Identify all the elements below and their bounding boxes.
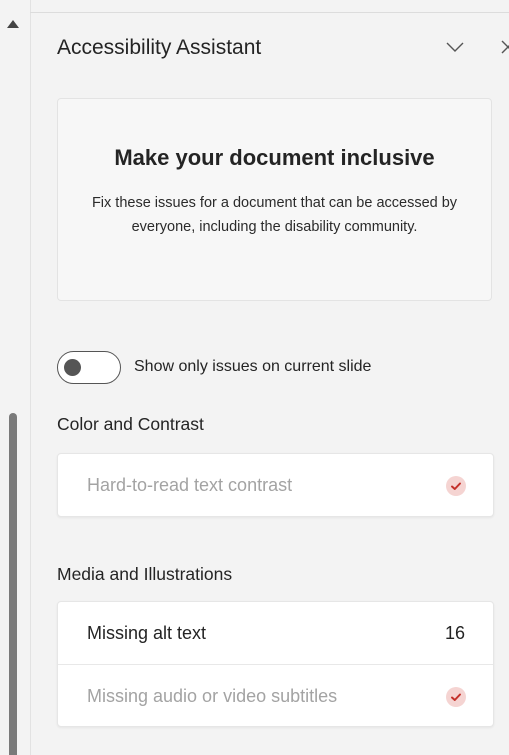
chevron-down-icon [446,42,464,52]
pane-divider [30,0,31,755]
scrollbar[interactable] [0,0,26,755]
issue-row-subtitles[interactable]: Missing audio or video subtitles [58,664,493,726]
issue-label: Missing alt text [87,623,207,643]
section-title-color-contrast: Color and Contrast [57,414,204,434]
issue-label: Missing audio or video subtitles [87,686,338,706]
issue-row-text-contrast[interactable]: Hard-to-read text contrast [58,454,493,516]
section-title-media: Media and Illustrations [57,564,233,584]
check-icon [446,476,466,496]
scrollbar-thumb[interactable] [9,413,17,755]
check-icon [446,687,466,707]
intro-card: Make your document inclusive Fix these i… [57,98,492,301]
close-icon [501,40,509,54]
current-slide-toggle-label: Show only issues on current slide [134,358,372,375]
issue-count: 16 [444,623,465,643]
current-slide-toggle[interactable] [57,351,121,384]
pane-title: Accessibility Assistant [57,36,262,59]
intro-heading: Make your document inclusive [114,145,435,170]
accessibility-pane: Accessibility Assistant Make your docume… [0,0,509,755]
media-card: Missing alt text 16 Missing audio or vid… [57,601,494,727]
scroll-up-icon[interactable] [7,20,19,28]
issue-label: Hard-to-read text contrast [87,475,293,495]
toggle-knob [64,359,81,376]
close-button[interactable] [496,34,509,60]
issue-row-alt-text[interactable]: Missing alt text 16 [58,602,493,664]
collapse-button[interactable] [442,34,468,60]
intro-description: Fix these issues for a document that can… [91,195,458,235]
color-contrast-card: Hard-to-read text contrast [57,453,494,517]
pane-top-border [30,12,509,13]
